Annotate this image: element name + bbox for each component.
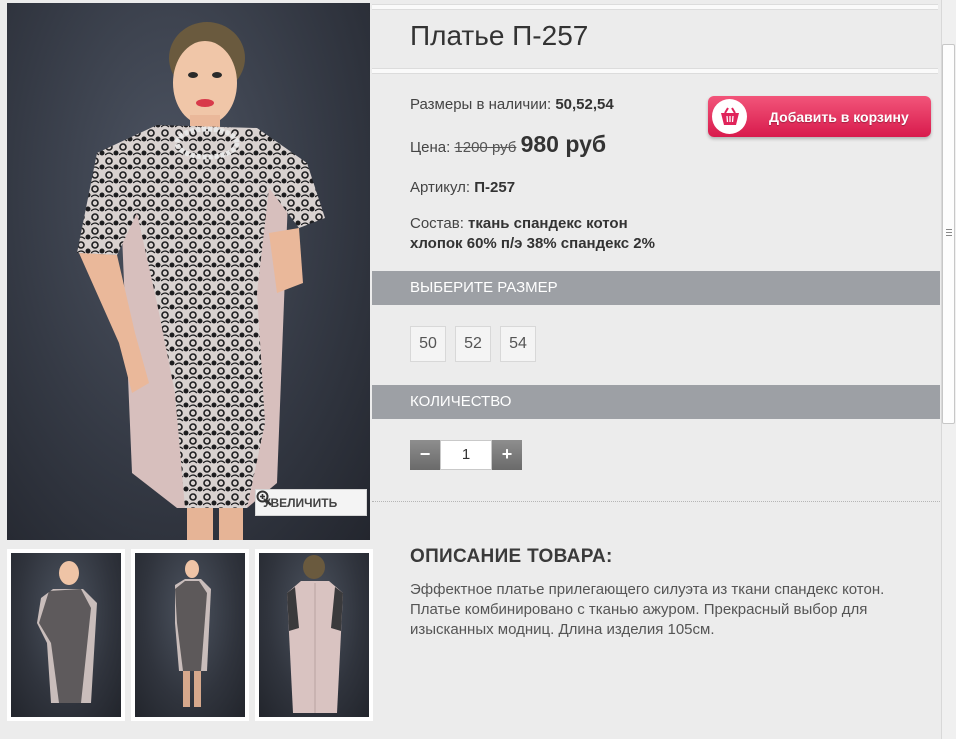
- increase-quantity-button[interactable]: +: [492, 440, 522, 470]
- zoom-button-label: УВЕЛИЧИТЬ: [263, 495, 338, 510]
- decrease-quantity-button[interactable]: −: [410, 440, 440, 470]
- article-row: Артикул: П-257: [410, 179, 515, 196]
- product-title: Платье П-257: [410, 20, 589, 51]
- add-to-cart-button[interactable]: Добавить в корзину: [708, 96, 931, 137]
- section-divider: [372, 501, 940, 502]
- title-divider: [372, 68, 938, 74]
- scrollbar-thumb[interactable]: [942, 44, 955, 424]
- main-product-image[interactable]: УВЕЛИЧИТЬ: [7, 3, 370, 540]
- thumbnail-back-view[interactable]: [255, 549, 373, 721]
- quantity-stepper: − 1 +: [410, 440, 522, 470]
- article-label: Артикул:: [410, 179, 471, 196]
- price-label: Цена:: [410, 139, 451, 156]
- add-to-cart-label: Добавить в корзину: [769, 108, 909, 125]
- description-title: ОПИСАНИЕ ТОВАРА:: [410, 546, 613, 567]
- description-text: Эффектное платье прилегающего силуэта из…: [410, 581, 885, 638]
- size-option-50[interactable]: 50: [410, 326, 446, 362]
- composition-row: Состав: ткань спандекс котон хлопок 60% …: [410, 214, 655, 254]
- zoom-button[interactable]: УВЕЛИЧИТЬ: [255, 489, 367, 516]
- size-option-54[interactable]: 54: [500, 326, 536, 362]
- zoom-in-icon: [256, 490, 272, 506]
- composition-line1: ткань спандекс котон: [468, 215, 628, 232]
- composition-line2: хлопок 60% п/э 38% спандекс 2%: [410, 235, 655, 252]
- thumbnail-full-length[interactable]: [131, 549, 249, 721]
- basket-icon: [712, 99, 747, 134]
- sizes-value: 50,52,54: [555, 96, 614, 113]
- sizes-label: Размеры в наличии:: [410, 96, 552, 113]
- sizes-available: Размеры в наличии: 50,52,54: [410, 96, 614, 113]
- composition-label: Состав:: [410, 215, 464, 232]
- thumbnail-strip: [7, 549, 373, 721]
- size-section-header: ВЫБЕРИТЕ РАЗМЕР: [372, 271, 940, 305]
- size-option-52[interactable]: 52: [455, 326, 491, 362]
- article-value: П-257: [474, 179, 516, 196]
- new-price: 980 руб: [520, 131, 607, 157]
- thumbnail-front-closeup[interactable]: [7, 549, 125, 721]
- quantity-input[interactable]: 1: [440, 440, 492, 470]
- old-price: 1200 руб: [454, 139, 517, 156]
- price-row: Цена: 1200 руб 980 руб: [410, 131, 606, 158]
- scrollbar-grip-icon: [946, 229, 952, 238]
- quantity-section-header: КОЛИЧЕСТВО: [372, 385, 940, 419]
- top-divider: [372, 4, 938, 10]
